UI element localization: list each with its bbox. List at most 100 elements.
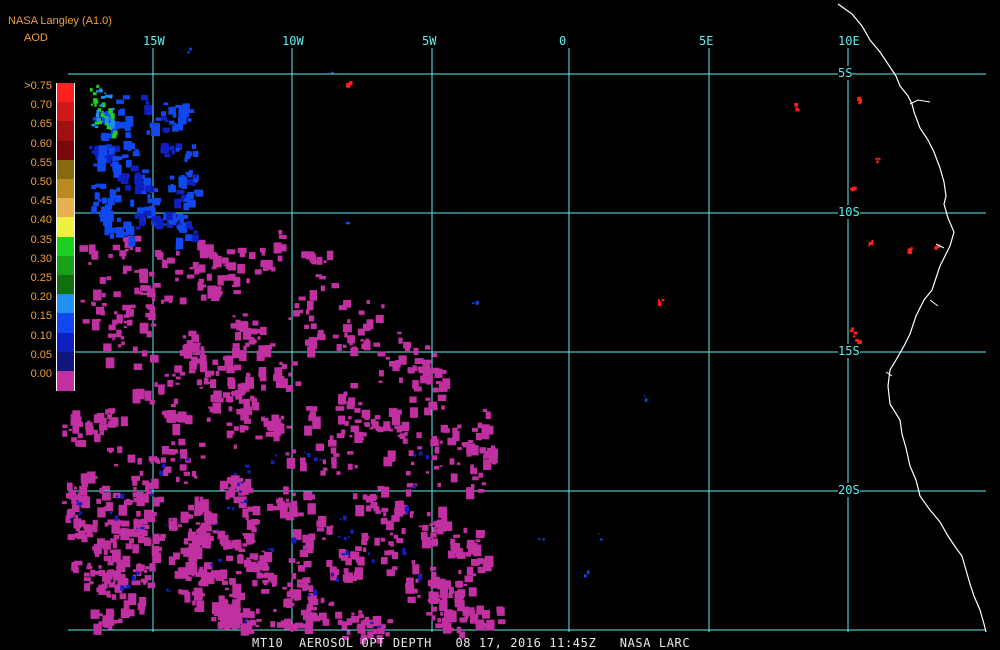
aod-pixel <box>112 549 121 563</box>
aod-pixel <box>108 610 115 617</box>
aod-pixel <box>274 426 281 435</box>
aod-pixel <box>92 92 97 96</box>
aod-pixel <box>384 550 391 556</box>
aod-pixel <box>104 92 107 94</box>
aod-pixel <box>280 428 285 434</box>
aod-pixel <box>93 289 102 301</box>
aod-pixel <box>191 573 195 577</box>
aod-pixel <box>307 594 311 597</box>
aod-pixel <box>436 519 443 525</box>
aod-pixel <box>188 369 196 374</box>
aod-pixel <box>538 537 541 540</box>
aod-pixel <box>93 201 99 207</box>
aod-pixel <box>187 531 197 541</box>
aod-pixel <box>441 428 450 433</box>
aod-pixel <box>174 124 184 131</box>
aod-pixel <box>174 198 181 209</box>
aod-pixel <box>312 599 319 606</box>
aod-pixel <box>80 299 85 303</box>
aod-pixel <box>112 244 121 251</box>
aod-pixel <box>358 310 365 315</box>
colorbar-swatch <box>56 102 75 123</box>
aod-pixel <box>868 244 870 247</box>
aod-pixel <box>161 259 168 269</box>
aod-pixel <box>179 371 186 376</box>
aod-pixel <box>272 582 276 587</box>
aod-pixel <box>291 449 296 454</box>
aod-pixel <box>203 539 210 549</box>
aod-pixel <box>398 337 403 344</box>
aod-pixel <box>303 491 310 499</box>
aod-pixel <box>336 577 339 582</box>
aod-pixel <box>161 464 166 468</box>
aod-pixel <box>110 122 115 129</box>
aod-pixel <box>160 533 166 538</box>
aod-pixel <box>116 566 121 570</box>
aod-pixel <box>296 561 300 564</box>
aod-pixel <box>101 303 107 307</box>
aod-pixel <box>260 247 266 253</box>
aod-pixel <box>193 174 198 179</box>
aod-pixel <box>228 406 233 412</box>
aod-pixel <box>178 524 182 528</box>
aod-pixel <box>194 510 202 516</box>
aod-pixel <box>107 424 110 427</box>
aod-pixel <box>251 519 259 525</box>
aod-pixel <box>354 408 361 413</box>
aod-pixel <box>236 592 246 601</box>
aod-pixel <box>91 150 96 154</box>
aod-pixel <box>117 446 123 454</box>
aod-pixel <box>247 506 254 512</box>
aod-pixel <box>69 518 71 521</box>
aod-pixel <box>795 108 800 112</box>
aod-pixel <box>414 358 424 364</box>
aod-pixel <box>237 482 240 487</box>
aod-pixel <box>217 365 227 371</box>
aod-pixel <box>378 625 382 628</box>
aod-pixel <box>291 573 297 580</box>
aod-pixel <box>201 284 207 288</box>
colorbar-label: 0.05 <box>30 348 52 361</box>
colorbar-swatch <box>56 159 75 180</box>
aod-pixel <box>102 540 111 550</box>
aod-pixel <box>118 574 126 580</box>
aod-pixel <box>361 409 371 419</box>
aod-pixel <box>127 319 133 326</box>
aod-pixel <box>91 206 97 214</box>
aod-pixel <box>120 416 128 427</box>
aod-pixel <box>120 336 125 340</box>
aod-pixel <box>347 451 354 455</box>
aod-pixel <box>238 548 246 552</box>
aod-pixel <box>211 370 215 376</box>
aod-pixel <box>313 606 317 611</box>
aod-pixel <box>66 492 74 499</box>
aod-pixel <box>171 150 176 155</box>
aod-pixel <box>112 108 115 111</box>
aod-pixel <box>245 515 249 521</box>
aod-pixel <box>105 502 114 512</box>
aod-pixel <box>135 571 140 575</box>
aod-pixel <box>174 365 183 373</box>
aod-pixel <box>178 589 183 595</box>
aod-pixel <box>203 377 209 385</box>
aod-pixel <box>206 273 212 281</box>
aod-pixel <box>183 481 188 485</box>
aod-pixel <box>598 533 600 535</box>
aod-pixel <box>185 576 190 580</box>
aod-pixel <box>131 580 141 586</box>
aod-pixel <box>244 499 248 503</box>
aod-pixel <box>432 387 439 393</box>
aod-pixel <box>328 602 332 606</box>
aod-pixel <box>237 607 241 613</box>
aod-pixel <box>418 574 423 580</box>
aod-pixel <box>374 537 380 546</box>
aod-pixel <box>113 130 118 136</box>
aod-pixel <box>183 203 189 211</box>
aod-pixel <box>118 344 122 348</box>
aod-pixel <box>96 319 102 322</box>
aod-pixel <box>302 614 307 621</box>
aod-pixel <box>256 618 262 622</box>
aod-pixel <box>455 581 464 588</box>
aod-pixel <box>130 199 135 204</box>
aod-pixel <box>199 442 206 447</box>
